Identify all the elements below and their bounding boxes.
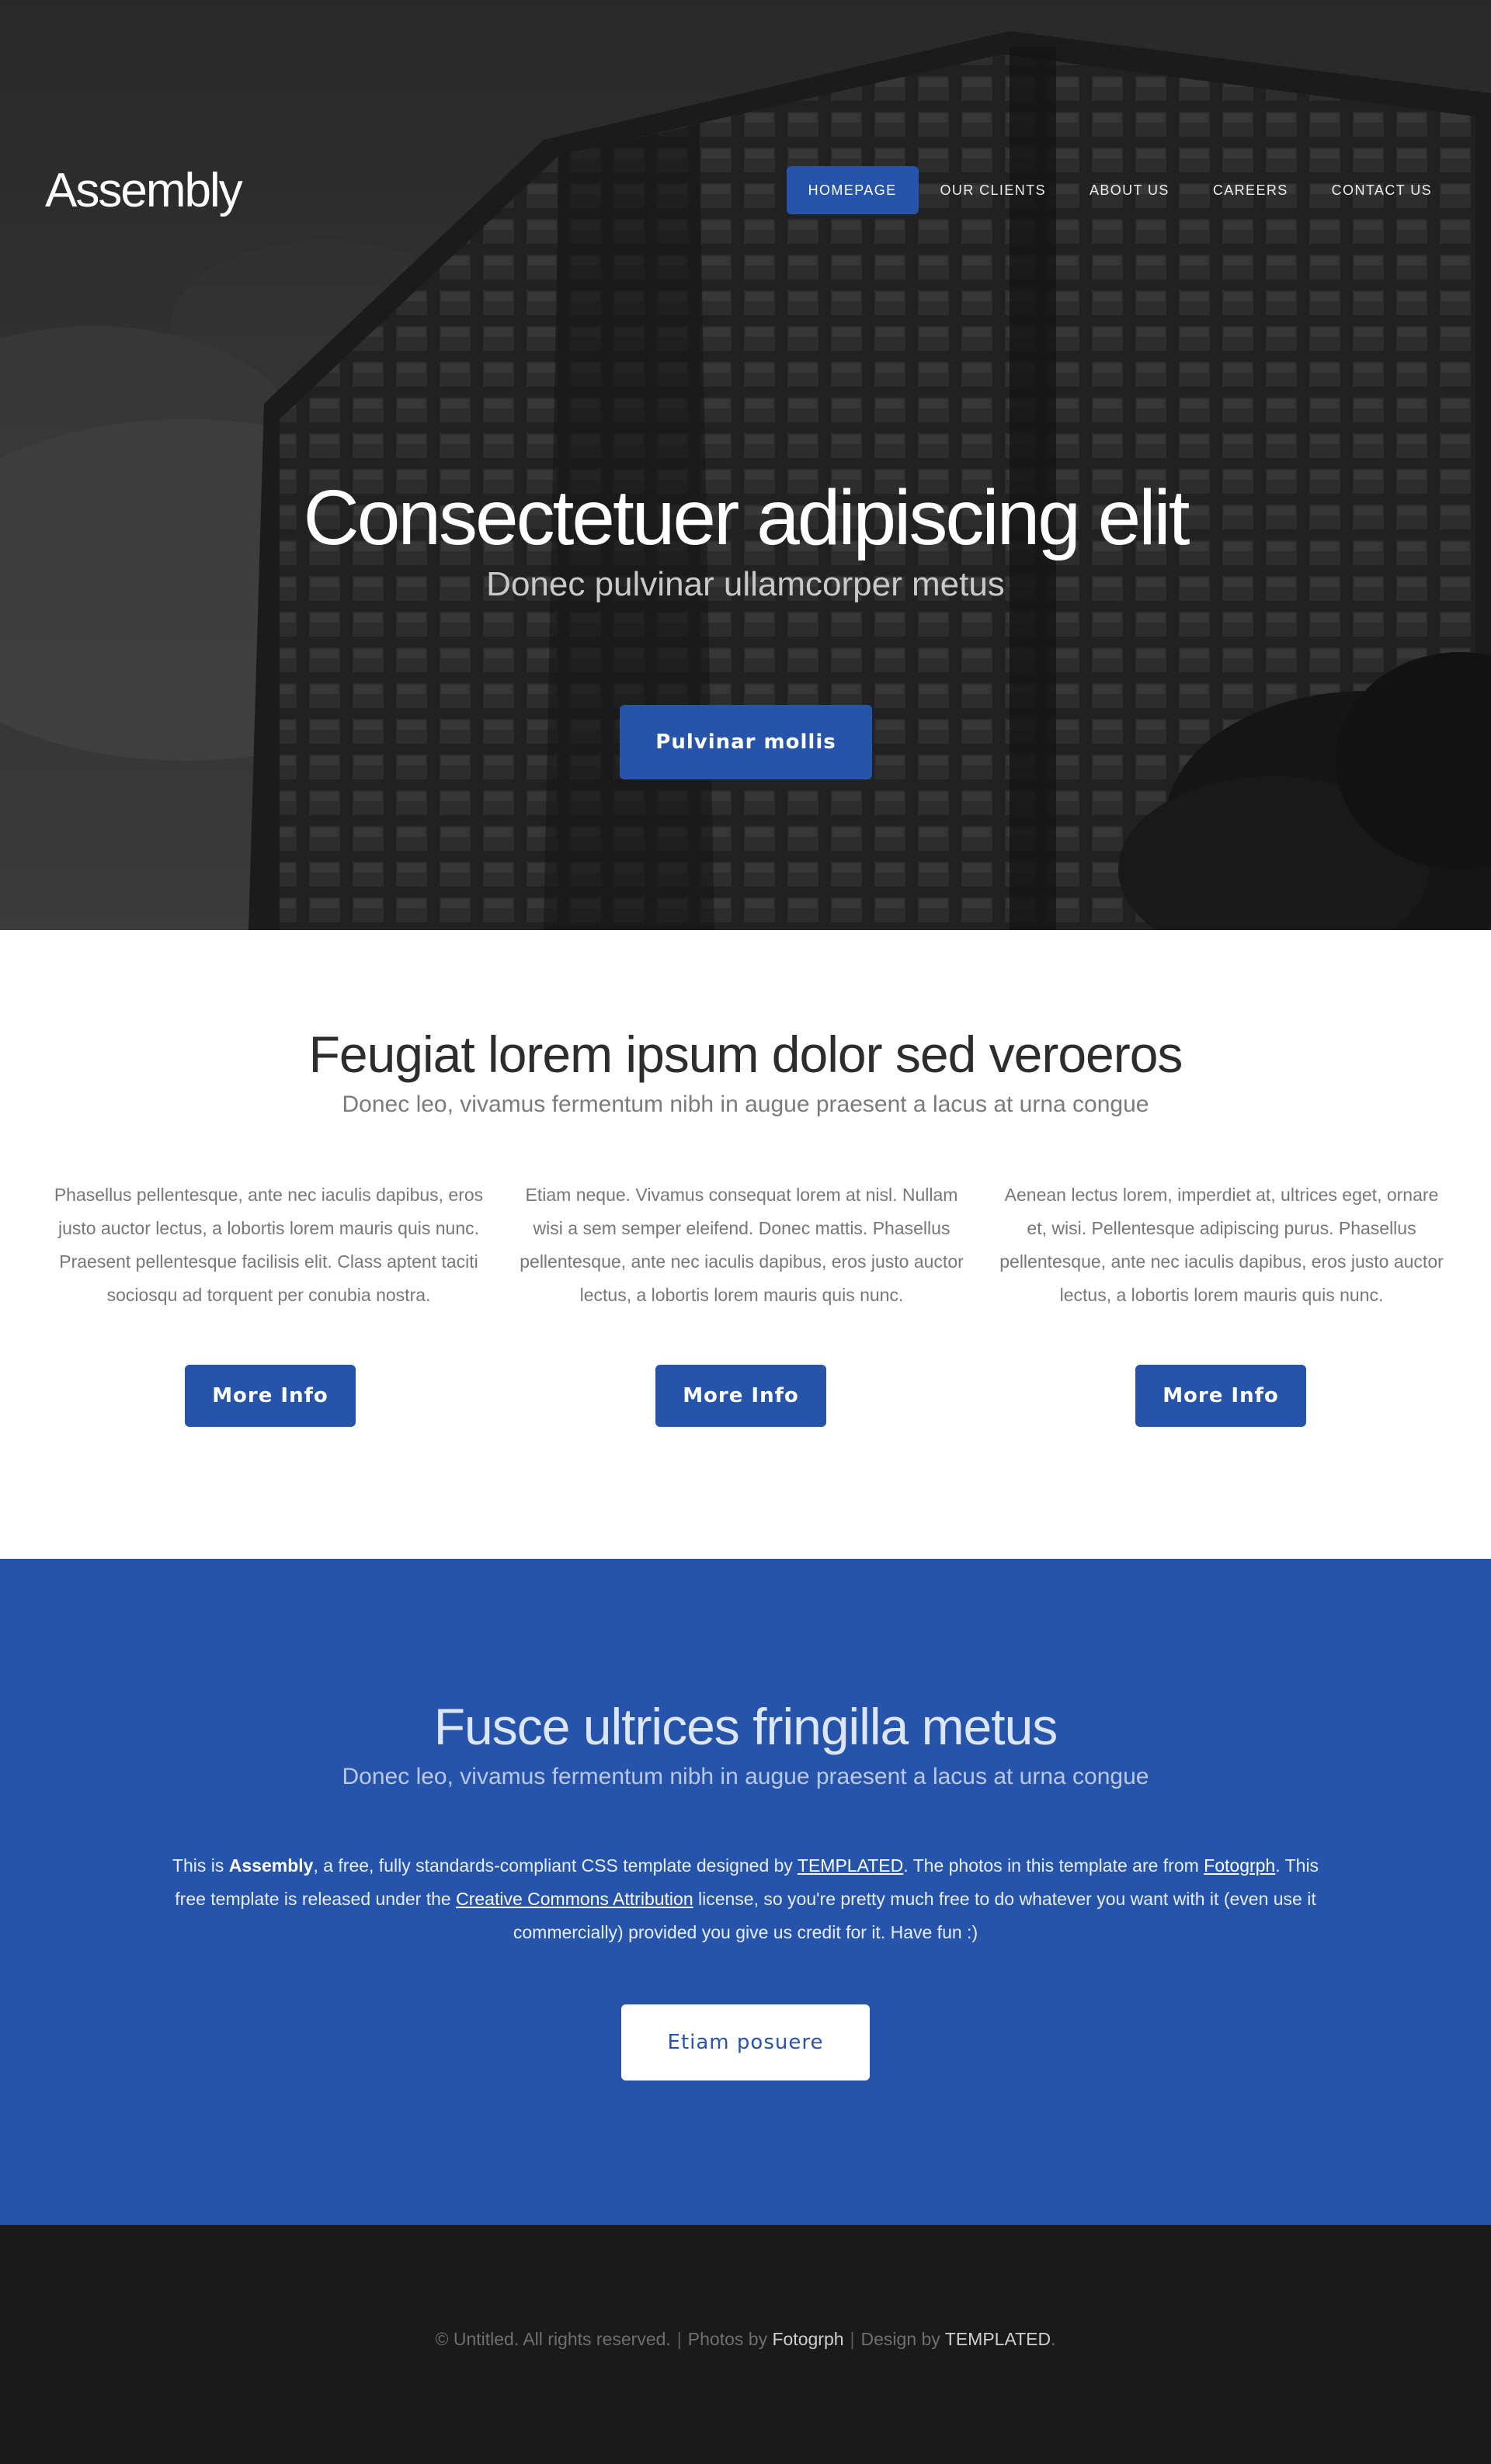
nav-our-clients[interactable]: OUR CLIENTS [919, 166, 1068, 214]
site-logo[interactable]: Assembly [45, 163, 243, 218]
cta-subtitle: Donec leo, vivamus fermentum nibh in aug… [342, 1764, 1149, 1789]
feature-text-2: Etiam neque. Vivamus consequat lorem at … [520, 1185, 964, 1305]
cta-brand-name: Assembly [228, 1855, 314, 1876]
footer-credits: © Untitled. All rights reserved. | Photos … [0, 2329, 1491, 2350]
feature-text-3: Aenean lectus lorem, imperdiet at, ultri… [999, 1185, 1444, 1305]
cta-text-part-1: This is [172, 1855, 229, 1876]
footer-design-label: Design by [860, 2329, 940, 2349]
nav-careers[interactable]: CAREERS [1191, 166, 1310, 214]
hero-overlay [0, 0, 1491, 930]
hero-cta-button[interactable]: Pulvinar mollis [620, 705, 872, 779]
hero-section: Assembly HOMEPAGE OUR CLIENTS ABOUT US C… [0, 0, 1491, 930]
cta-button[interactable]: Etiam posuere [621, 2004, 870, 2081]
footer-photos-label: Photos by [687, 2329, 768, 2349]
footer-templated-link[interactable]: TEMPLATED [945, 2329, 1051, 2349]
footer-fotogrph-link[interactable]: Fotogrph [772, 2329, 843, 2349]
nav-about-us[interactable]: ABOUT US [1068, 166, 1191, 214]
templated-link[interactable]: TEMPLATED [798, 1855, 903, 1876]
footer-separator-1: | [676, 2329, 682, 2349]
cta-text-part-2: , a free, fully standards-compliant CSS … [313, 1855, 798, 1876]
more-info-button-2[interactable]: More Info [655, 1365, 826, 1427]
main-nav: HOMEPAGE OUR CLIENTS ABOUT US CAREERS CO… [786, 166, 1454, 214]
more-info-button-3[interactable]: More Info [1135, 1365, 1306, 1427]
cta-description: This is Assembly, a free, fully standard… [155, 1849, 1336, 1949]
fotogrph-link[interactable]: Fotogrph [1204, 1855, 1275, 1876]
footer-copyright: © Untitled. All rights reserved. [435, 2329, 671, 2349]
features-subtitle: Donec leo, vivamus fermentum nibh in aug… [342, 1091, 1149, 1117]
hero-subtitle: Donec pulvinar ullamcorper metus [486, 565, 1005, 603]
nav-homepage[interactable]: HOMEPAGE [786, 166, 919, 214]
more-info-button-1[interactable]: More Info [185, 1365, 356, 1427]
features-section: Feugiat lorem ipsum dolor sed veroeros D… [0, 930, 1491, 1559]
hero-title: Consectetuer adipiscing elit [303, 474, 1190, 561]
cta-text-part-3: . The photos in this template are from [903, 1855, 1204, 1876]
nav-contact-us[interactable]: CONTACT US [1310, 166, 1454, 214]
feature-text-1: Phasellus pellentesque, ante nec iaculis… [54, 1185, 484, 1305]
footer-separator-2: | [850, 2329, 855, 2349]
features-title: Feugiat lorem ipsum dolor sed veroeros [308, 1026, 1183, 1083]
cta-title: Fusce ultrices fringilla metus [433, 1698, 1058, 1755]
footer-end: . [1051, 2329, 1056, 2349]
site-footer: © Untitled. All rights reserved. | Photos … [0, 2225, 1491, 2464]
license-link[interactable]: Creative Commons Attribution [456, 1889, 693, 1909]
cta-section: Fusce ultrices fringilla metus Donec leo… [0, 1559, 1491, 2225]
